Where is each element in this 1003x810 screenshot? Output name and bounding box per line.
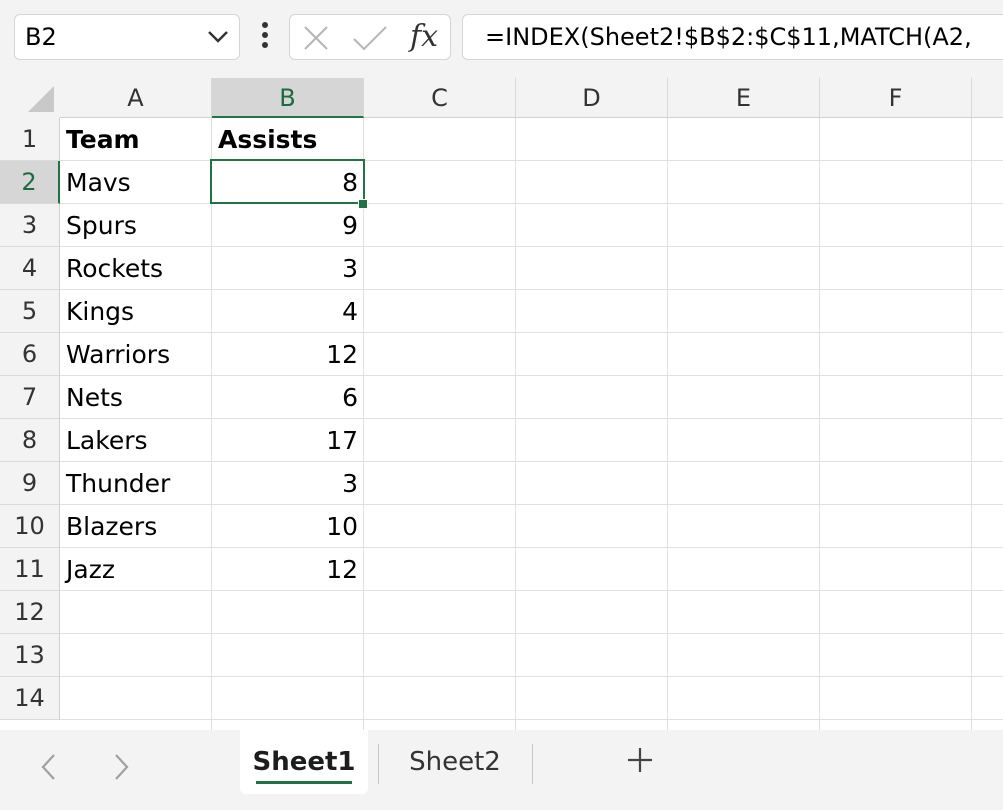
- gridline: [60, 504, 1003, 505]
- column-header-d[interactable]: D: [516, 78, 668, 118]
- active-tab-underline: [256, 781, 352, 784]
- column-header-c[interactable]: C: [364, 78, 516, 118]
- gridline: [60, 590, 1003, 591]
- column-header-e[interactable]: E: [668, 78, 820, 118]
- select-all-corner[interactable]: [0, 78, 60, 118]
- cell-assists[interactable]: 9: [212, 204, 358, 247]
- cell-team[interactable]: Warriors: [66, 333, 170, 376]
- cancel-icon[interactable]: [302, 24, 330, 56]
- tab-sheet2-label: Sheet2: [409, 747, 501, 777]
- gridline: [60, 719, 1003, 720]
- cell-assists[interactable]: 12: [212, 548, 358, 591]
- insert-function-icon[interactable]: fx: [410, 19, 438, 54]
- tab-sheet2[interactable]: Sheet2: [384, 730, 526, 794]
- cell-team[interactable]: Mavs: [66, 161, 131, 204]
- formula-text: =INDEX(Sheet2!$B$2:$C$11,MATCH(A2,: [485, 23, 972, 51]
- cell-assists[interactable]: 3: [212, 247, 358, 290]
- cell-assists[interactable]: 17: [212, 419, 358, 462]
- chevron-down-icon[interactable]: [207, 29, 229, 48]
- column-header-b[interactable]: B: [212, 78, 364, 118]
- cell-team[interactable]: Spurs: [66, 204, 137, 247]
- cell-team[interactable]: Kings: [66, 290, 134, 333]
- row-header-7[interactable]: 7: [0, 376, 60, 419]
- row-header-8[interactable]: 8: [0, 419, 60, 462]
- row-header-4[interactable]: 4: [0, 247, 60, 290]
- row-header-1[interactable]: 1: [0, 118, 60, 161]
- formula-bar: B2 fx =INDEX(Sheet2!$B$2:$C$11,MATCH(A2,: [0, 0, 1003, 78]
- row-header-3[interactable]: 3: [0, 204, 60, 247]
- gridline: [60, 461, 1003, 462]
- column-header-g[interactable]: [972, 78, 1003, 118]
- column-header-f[interactable]: F: [820, 78, 972, 118]
- gridline: [60, 418, 1003, 419]
- cell-assists[interactable]: 3: [212, 462, 358, 505]
- cell-assists[interactable]: 12: [212, 333, 358, 376]
- row-header-11[interactable]: 11: [0, 548, 60, 591]
- cell-assists[interactable]: 10: [212, 505, 358, 548]
- row-header-10[interactable]: 10: [0, 505, 60, 548]
- worksheet-grid[interactable]: A B C D E F 1 2 3 4 5 6 7 8 9 10 11 12 1…: [0, 78, 1003, 730]
- tab-sheet1-label: Sheet1: [252, 747, 356, 777]
- cell-team[interactable]: Jazz: [66, 548, 115, 591]
- enter-check-icon[interactable]: [352, 24, 388, 56]
- gridline: [60, 160, 1003, 161]
- gridline: [819, 118, 820, 730]
- gridline: [667, 118, 668, 730]
- more-options-icon[interactable]: [255, 18, 275, 54]
- name-box-value: B2: [25, 23, 57, 51]
- cell-team[interactable]: Thunder: [66, 462, 170, 505]
- tab-divider: [378, 744, 379, 784]
- column-header-a[interactable]: A: [60, 78, 212, 118]
- chevron-right-icon[interactable]: [110, 752, 132, 786]
- row-header-2[interactable]: 2: [0, 161, 60, 204]
- cell-assists[interactable]: 6: [212, 376, 358, 419]
- row-header-9[interactable]: 9: [0, 462, 60, 505]
- fill-handle[interactable]: [358, 199, 368, 209]
- gridline: [363, 118, 364, 730]
- cell-team[interactable]: Blazers: [66, 505, 157, 548]
- name-box[interactable]: B2: [14, 14, 240, 60]
- gridline: [971, 118, 972, 730]
- tab-divider: [532, 744, 533, 784]
- cell-team[interactable]: Rockets: [66, 247, 163, 290]
- cell-team[interactable]: Lakers: [66, 419, 148, 462]
- gridline: [60, 375, 1003, 376]
- sheet-tab-bar: Sheet1 Sheet2: [0, 730, 1003, 810]
- chevron-left-icon[interactable]: [38, 752, 60, 786]
- gridline: [60, 332, 1003, 333]
- row-header-14[interactable]: 14: [0, 677, 60, 720]
- row-header-13[interactable]: 13: [0, 634, 60, 677]
- formula-input[interactable]: =INDEX(Sheet2!$B$2:$C$11,MATCH(A2,: [462, 14, 1003, 60]
- formula-controls: fx: [289, 14, 451, 60]
- row-header-6[interactable]: 6: [0, 333, 60, 376]
- cell-assists[interactable]: 4: [212, 290, 358, 333]
- row-header-12[interactable]: 12: [0, 591, 60, 634]
- cell-team[interactable]: Nets: [66, 376, 123, 419]
- cell-a1-header-team[interactable]: Team: [66, 118, 140, 161]
- gridline: [60, 633, 1003, 634]
- tab-sheet1[interactable]: Sheet1: [240, 730, 368, 794]
- add-sheet-icon[interactable]: [624, 744, 656, 780]
- gridline: [60, 676, 1003, 677]
- active-cell-selection: [210, 159, 365, 204]
- gridline: [60, 289, 1003, 290]
- cell-b1-header-assists[interactable]: Assists: [218, 118, 317, 161]
- gridline: [60, 203, 1003, 204]
- gridline: [515, 118, 516, 730]
- gridline: [60, 246, 1003, 247]
- row-header-5[interactable]: 5: [0, 290, 60, 333]
- gridline: [60, 547, 1003, 548]
